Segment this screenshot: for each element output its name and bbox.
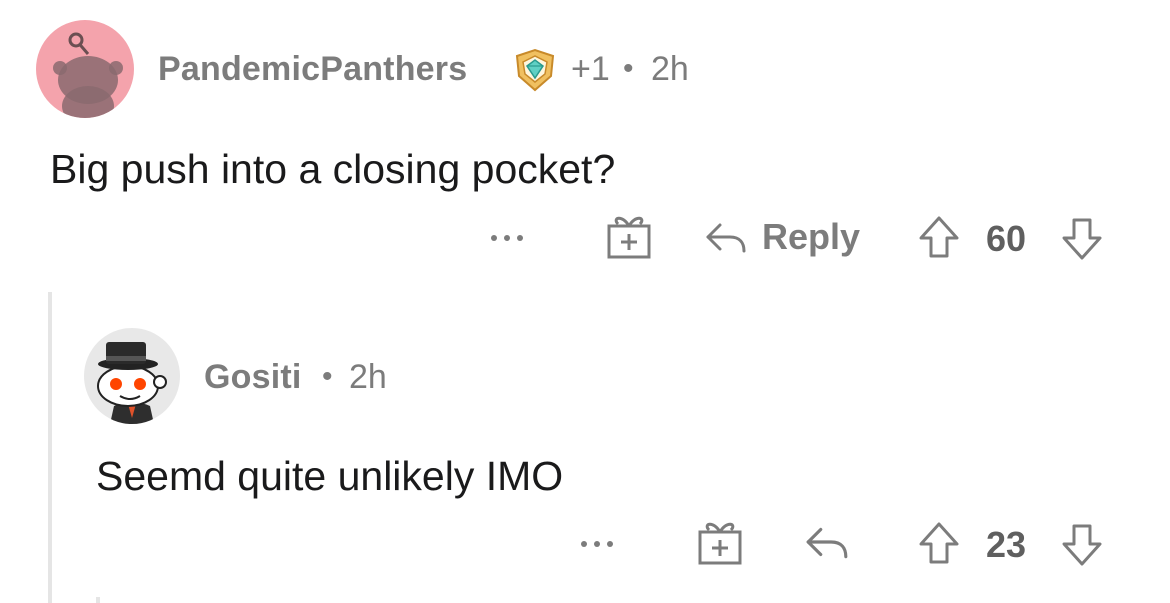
diamond-award-icon[interactable] bbox=[511, 46, 559, 94]
separator-dot: • bbox=[623, 52, 634, 85]
separator-dot: • bbox=[322, 360, 333, 393]
reply-label: Reply bbox=[762, 216, 861, 257]
upvote-button[interactable] bbox=[917, 214, 961, 260]
karma-badge: +1 bbox=[571, 50, 610, 88]
downvote-button[interactable] bbox=[1060, 216, 1104, 262]
downvote-button[interactable] bbox=[1060, 522, 1104, 568]
vote-score: 23 bbox=[986, 524, 1027, 565]
snoo-top-hat-icon bbox=[97, 342, 167, 424]
comment: PandemicPanthers +1 • 2h Big push into a… bbox=[0, 0, 1170, 290]
downvote-arrow-icon bbox=[1062, 524, 1102, 566]
upvote-arrow-icon bbox=[919, 522, 959, 564]
username[interactable]: Gositi bbox=[204, 358, 302, 397]
reply-button[interactable]: Reply bbox=[704, 214, 860, 260]
reply-comment: Gositi • 2h Seemd quite unlikely IMO 23 bbox=[0, 290, 1170, 603]
reply-button[interactable] bbox=[804, 522, 850, 562]
downvote-arrow-icon bbox=[1062, 218, 1102, 260]
avatar[interactable] bbox=[84, 328, 180, 424]
avatar[interactable] bbox=[36, 20, 134, 118]
comment-body: Big push into a closing pocket? bbox=[50, 146, 616, 192]
upvote-button[interactable] bbox=[917, 520, 961, 566]
reply-arrow-icon bbox=[706, 223, 746, 253]
snoo-avatar-icon bbox=[53, 32, 123, 118]
vote-score: 60 bbox=[986, 218, 1027, 259]
gift-award-icon[interactable] bbox=[606, 212, 652, 260]
more-options-button[interactable] bbox=[578, 536, 618, 552]
timestamp: 2h bbox=[651, 50, 689, 88]
more-options-button[interactable] bbox=[488, 230, 528, 246]
reply-arrow-icon bbox=[806, 527, 848, 559]
upvote-arrow-icon bbox=[919, 216, 959, 258]
username[interactable]: PandemicPanthers bbox=[158, 50, 467, 89]
gift-award-icon[interactable] bbox=[697, 518, 743, 566]
timestamp: 2h bbox=[349, 358, 387, 396]
comment-body: Seemd quite unlikely IMO bbox=[96, 453, 564, 499]
